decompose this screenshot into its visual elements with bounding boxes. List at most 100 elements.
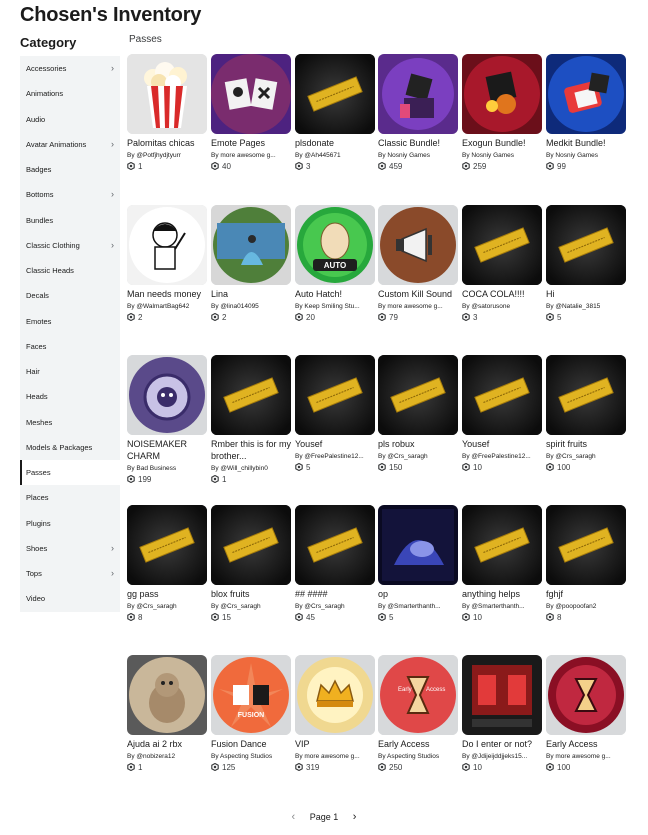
sidebar-item-meshes[interactable]: Meshes [20,410,120,435]
item-name[interactable]: plsdonate [295,137,375,149]
item-card[interactable]: ## #### By @Crs_saragh 45 [295,505,375,623]
item-name[interactable]: fghjf [546,588,626,600]
item-name[interactable]: gg pass [127,588,207,600]
item-name[interactable]: Lina [211,288,291,300]
item-creator[interactable]: By Nosniy Games [546,151,626,160]
sidebar-item-passes[interactable]: Passes [20,460,120,486]
item-creator[interactable]: By @WalmartBag642 [127,302,207,311]
gold-ticket-image[interactable] [546,205,626,285]
item-card[interactable]: anything helps By @Smarterthanth... 10 [462,505,542,623]
item-creator[interactable]: By @Smarterthanth... [462,602,542,611]
item-card[interactable]: plsdonate By @Ah445671 3 [295,54,375,172]
sidebar-item-decals[interactable]: Decals [20,283,120,308]
early-access-hourglass-image[interactable]: Early Access [378,655,458,735]
megaphone-image[interactable] [378,205,458,285]
item-creator[interactable]: By Nosniy Games [462,151,542,160]
item-card[interactable]: Do I enter or not? By @Jdijeijddjjeks15..… [462,655,542,773]
popcorn-image[interactable] [127,54,207,134]
item-creator[interactable]: By @Crs_saragh [211,602,291,611]
item-creator[interactable]: By more awesome g... [546,752,626,761]
item-creator[interactable]: By @Crs_saragh [295,602,375,611]
item-name[interactable]: COCA COLA!!!! [462,288,542,300]
item-card[interactable]: COCA COLA!!!! By @satorusone 3 [462,205,542,323]
sketch-man-image[interactable] [127,205,207,285]
gold-ticket-image[interactable] [462,205,542,285]
early-access-sand-image[interactable] [546,655,626,735]
item-creator[interactable]: By @Jdijeijddjjeks15... [462,752,542,761]
gold-ticket-image[interactable] [546,505,626,585]
item-card[interactable]: Early Access Early Access By Aspecting Stud… [378,655,458,773]
sidebar-item-models-packages[interactable]: Models & Packages [20,435,120,460]
item-name[interactable]: Early Access [546,738,626,750]
item-card[interactable]: FUSION Fusion Dance By Aspecting Studios 12… [211,655,291,773]
sidebar-item-video[interactable]: Video [20,586,120,611]
item-creator[interactable]: By @Crs_saragh [546,452,626,461]
item-creator[interactable]: By @lina014095 [211,302,291,311]
sidebar-item-plugins[interactable]: Plugins [20,511,120,536]
store-photo-image[interactable] [462,655,542,735]
auto-hatch-egg-image[interactable]: AUTO [295,205,375,285]
item-creator[interactable]: By @Smarterthanth... [378,602,458,611]
item-name[interactable]: NOISEMAKER CHARM [127,438,207,462]
emote-pages-image[interactable] [211,54,291,134]
previous-page-icon[interactable]: ‹ [280,811,308,823]
sidebar-item-avatar-animations[interactable]: Avatar Animations › [20,132,120,157]
item-card[interactable]: spirit fruits By @Crs_saragh 100 [546,355,626,473]
item-name[interactable]: spirit fruits [546,438,626,450]
item-creator[interactable]: By @poopoofan2 [546,602,626,611]
sidebar-item-places[interactable]: Places [20,485,120,510]
item-card[interactable]: fghjf By @poopoofan2 8 [546,505,626,623]
gold-ticket-image[interactable] [295,355,375,435]
item-name[interactable]: Man needs money [127,288,207,300]
item-card[interactable]: Classic Bundle! By Nosniy Games 459 [378,54,458,172]
item-card[interactable]: VIP By more awesome g... 319 [295,655,375,773]
item-creator[interactable]: By more awesome g... [295,752,375,761]
item-creator[interactable]: By @Potfjhydjtyurr [127,151,207,160]
item-name[interactable]: Custom Kill Sound [378,288,458,300]
item-creator[interactable]: By Aspecting Studios [378,752,458,761]
item-creator[interactable]: By Bad Business [127,464,207,473]
gold-ticket-image[interactable] [462,505,542,585]
item-name[interactable]: Palomitas chicas [127,137,207,149]
item-creator[interactable]: By @Will_chillybin0 [211,464,291,473]
item-name[interactable]: Medkit Bundle! [546,137,626,149]
exogun-bundle-image[interactable] [462,54,542,134]
gold-ticket-image[interactable] [211,355,291,435]
item-name[interactable]: Ajuda ai 2 rbx [127,738,207,750]
item-card[interactable]: Custom Kill Sound By more awesome g... 79 [378,205,458,323]
gold-ticket-image[interactable] [462,355,542,435]
item-creator[interactable]: By @Crs_saragh [378,452,458,461]
item-creator[interactable]: By @FreePalestine12... [295,452,375,461]
sidebar-item-classic-heads[interactable]: Classic Heads [20,258,120,283]
sidebar-item-faces[interactable]: Faces [20,334,120,359]
item-creator[interactable]: By @Ah445671 [295,151,375,160]
item-card[interactable]: Palomitas chicas By @Potfjhydjtyurr 1 [127,54,207,172]
gold-ticket-image[interactable] [211,505,291,585]
item-creator[interactable]: By @nobizera12 [127,752,207,761]
item-card[interactable]: Lina By @lina014095 2 [211,205,291,323]
sidebar-item-heads[interactable]: Heads [20,384,120,409]
item-name[interactable]: Do I enter or not? [462,738,542,750]
item-creator[interactable]: By @Crs_saragh [127,602,207,611]
gold-ticket-image[interactable] [295,54,375,134]
fusion-dance-image[interactable]: FUSION [211,655,291,735]
item-name[interactable]: Fusion Dance [211,738,291,750]
gold-ticket-image[interactable] [378,355,458,435]
sidebar-item-classic-clothing[interactable]: Classic Clothing › [20,233,120,258]
item-card[interactable]: pls robux By @Crs_saragh 150 [378,355,458,473]
item-creator[interactable]: By @FreePalestine12... [462,452,542,461]
item-name[interactable]: VIP [295,738,375,750]
item-creator[interactable]: By more awesome g... [211,151,291,160]
lina-photo-image[interactable] [211,205,291,285]
item-name[interactable]: op [378,588,458,600]
item-card[interactable]: Yousef By @FreePalestine12... 5 [295,355,375,473]
sidebar-item-emotes[interactable]: Emotes [20,309,120,334]
sidebar-item-badges[interactable]: Badges [20,157,120,182]
item-name[interactable]: Exogun Bundle! [462,137,542,149]
medkit-bundle-image[interactable] [546,54,626,134]
item-creator[interactable]: By @satorusone [462,302,542,311]
sidebar-item-accessories[interactable]: Accessories › [20,56,120,81]
item-card[interactable]: Yousef By @FreePalestine12... 10 [462,355,542,473]
noisemaker-charm-image[interactable] [127,355,207,435]
item-card[interactable]: Hi By @Natalie_3815 5 [546,205,626,323]
